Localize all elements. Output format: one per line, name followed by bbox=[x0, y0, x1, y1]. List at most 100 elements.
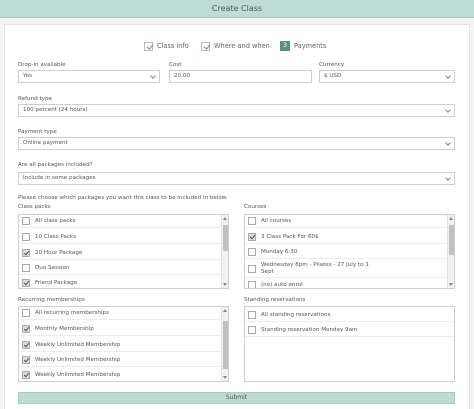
window-title-bar: Create Class bbox=[0, 0, 474, 18]
checkbox[interactable] bbox=[248, 248, 256, 256]
list-item-label: All class packs bbox=[35, 218, 76, 224]
chevron-down-icon bbox=[445, 107, 451, 113]
list-item-label: Weekly Unlimited Membership bbox=[35, 372, 121, 378]
scroll-up-icon[interactable] bbox=[223, 217, 227, 220]
checkbox-checked[interactable] bbox=[22, 371, 30, 379]
submit-button[interactable]: Submit bbox=[18, 392, 455, 404]
scroll-up-icon[interactable] bbox=[449, 217, 453, 220]
page-title: Create Class bbox=[211, 4, 263, 13]
refund-value: 100 percent (24 hours) bbox=[23, 107, 88, 113]
list-item-label: All standing reservations bbox=[261, 312, 331, 318]
courses-list[interactable]: All courses 3 Class Pack For 60$ Monday … bbox=[244, 214, 455, 289]
refund-select[interactable]: 100 percent (24 hours) bbox=[18, 104, 455, 117]
checkbox-checked[interactable] bbox=[22, 249, 30, 257]
chevron-down-icon bbox=[445, 175, 451, 181]
checkbox[interactable] bbox=[22, 264, 30, 272]
checkbox-checked[interactable] bbox=[22, 356, 30, 364]
checkbox-checked[interactable] bbox=[22, 279, 30, 287]
recurring-list[interactable]: All recurring memberships Monthly Member… bbox=[18, 306, 229, 382]
list-item[interactable]: All standing reservations bbox=[245, 309, 454, 322]
standing-label: Standing reservations bbox=[244, 297, 306, 303]
scrollbar-thumb[interactable] bbox=[223, 321, 228, 369]
payment-type-label: Payment type bbox=[18, 129, 57, 135]
step-payments-label: Payments bbox=[294, 42, 327, 50]
scrollbar[interactable] bbox=[221, 215, 228, 288]
step-where-when[interactable]: Where and when bbox=[201, 40, 270, 52]
dropin-select[interactable]: Yes bbox=[18, 70, 160, 83]
list-item-label: Wednesday 8pm - Pilates - 27 July to 1 S… bbox=[261, 261, 369, 275]
list-item[interactable]: Friend Package bbox=[19, 277, 222, 288]
checkbox[interactable] bbox=[22, 233, 30, 241]
list-item[interactable]: 10 Class Packs bbox=[19, 231, 222, 244]
list-item[interactable]: Wednesday 8pm - Pilates - 27 July to 1 S… bbox=[245, 260, 448, 278]
scroll-down-icon[interactable] bbox=[449, 283, 453, 286]
checkbox[interactable] bbox=[248, 326, 256, 334]
list-item[interactable]: Monday 6:30 bbox=[245, 246, 448, 259]
checkbox[interactable] bbox=[22, 309, 30, 317]
checkbox-checked[interactable] bbox=[22, 341, 30, 349]
list-item[interactable]: Weekly Unlimited Membership bbox=[19, 339, 222, 352]
choose-packages-text: Please choose which packages you want th… bbox=[18, 195, 228, 201]
chevron-down-icon bbox=[150, 73, 156, 79]
list-item-label: Standing reservation Monday 9am bbox=[261, 327, 358, 333]
checkbox[interactable] bbox=[248, 217, 256, 225]
chevron-down-icon bbox=[445, 140, 451, 146]
cost-input[interactable]: 20.00 bbox=[169, 70, 312, 83]
list-item[interactable]: 3 Class Pack For 60$ bbox=[245, 231, 448, 244]
list-item-label: Monthly Membership bbox=[35, 326, 94, 332]
packages-included-label: Are all packages included? bbox=[18, 162, 93, 168]
list-item-label: Monday 6:30 bbox=[261, 249, 298, 255]
step-payments[interactable]: 3 Payments bbox=[280, 40, 326, 52]
payment-type-value: Online payment bbox=[23, 140, 68, 146]
list-item[interactable]: All courses bbox=[245, 215, 448, 228]
step-number-badge: 3 bbox=[280, 41, 290, 51]
scrollbar-thumb[interactable] bbox=[223, 225, 228, 251]
list-item[interactable]: Monthly Membership bbox=[19, 323, 222, 336]
courses-label: Courses bbox=[244, 204, 267, 210]
list-item-label: Duo Session bbox=[35, 265, 70, 271]
standing-list[interactable]: All standing reservations Standing reser… bbox=[244, 306, 455, 382]
list-item[interactable]: Weekly Unlimited Membership bbox=[19, 369, 222, 381]
step-indicator: Class info Where and when 3 Payments bbox=[0, 40, 474, 52]
scrollbar-thumb[interactable] bbox=[449, 225, 454, 255]
scrollbar[interactable] bbox=[221, 307, 228, 381]
currency-value: $ USD bbox=[324, 73, 342, 79]
list-item[interactable]: 20 Hour Package bbox=[19, 247, 222, 260]
checkbox-checked[interactable] bbox=[248, 233, 256, 241]
list-item[interactable]: All class packs bbox=[19, 215, 222, 228]
scroll-up-icon[interactable] bbox=[223, 309, 227, 312]
checkbox[interactable] bbox=[248, 311, 256, 319]
check-icon bbox=[144, 41, 153, 51]
dropin-label: Drop-in available bbox=[18, 62, 66, 68]
list-item-label: All courses bbox=[261, 218, 292, 224]
list-item[interactable]: Duo Session bbox=[19, 262, 222, 275]
checkbox-checked[interactable] bbox=[22, 325, 30, 333]
class-packs-list[interactable]: All class packs 10 Class Packs 20 Hour P… bbox=[18, 214, 229, 289]
step-where-when-label: Where and when bbox=[214, 42, 270, 50]
list-item-label: Weekly Unlimited Membership bbox=[35, 357, 121, 363]
scroll-down-icon[interactable] bbox=[223, 376, 227, 379]
list-item[interactable]: All recurring memberships bbox=[19, 307, 222, 320]
cost-label: Cost bbox=[169, 62, 182, 68]
check-icon bbox=[201, 41, 210, 51]
payment-type-select[interactable]: Online payment bbox=[18, 137, 455, 150]
currency-label: Currency bbox=[319, 62, 345, 68]
list-item-label: Friend Package bbox=[35, 280, 78, 286]
currency-select[interactable]: $ USD bbox=[319, 70, 455, 83]
list-item[interactable]: (no) auto enrol bbox=[245, 279, 448, 288]
list-item[interactable]: Standing reservation Monday 9am bbox=[245, 324, 454, 337]
step-class-info[interactable]: Class info bbox=[144, 40, 189, 52]
list-item-label: (no) auto enrol bbox=[261, 282, 303, 288]
list-item-label: 10 Class Packs bbox=[35, 234, 77, 240]
packages-included-value: Include in some packages bbox=[23, 175, 96, 181]
class-packs-label: Class packs bbox=[18, 204, 51, 210]
checkbox[interactable] bbox=[248, 264, 256, 273]
checkbox[interactable] bbox=[22, 217, 30, 225]
checkbox[interactable] bbox=[248, 281, 256, 288]
list-item[interactable]: Weekly Unlimited Membership bbox=[19, 354, 222, 367]
dropin-value: Yes bbox=[23, 73, 33, 79]
packages-included-select[interactable]: Include in some packages bbox=[18, 172, 455, 185]
scrollbar[interactable] bbox=[447, 215, 454, 288]
list-item-label: 20 Hour Package bbox=[35, 250, 83, 256]
scroll-down-icon[interactable] bbox=[223, 283, 227, 286]
